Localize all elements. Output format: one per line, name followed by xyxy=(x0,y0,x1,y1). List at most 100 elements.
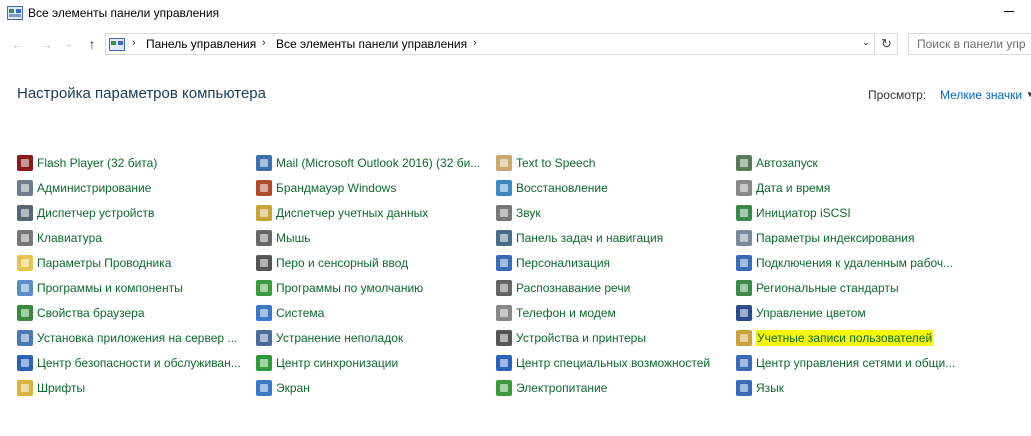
breadcrumb-separator[interactable]: › xyxy=(262,37,266,49)
control-panel-item[interactable]: Электропитание xyxy=(496,375,710,400)
item-label[interactable]: Центр безопасности и обслуживан... xyxy=(37,356,241,370)
control-panel-item[interactable]: Экран xyxy=(256,375,480,400)
item-label[interactable]: Персонализация xyxy=(516,256,610,270)
item-label[interactable]: Управление цветом xyxy=(756,306,866,320)
up-button[interactable]: ↑ xyxy=(83,35,101,53)
item-label[interactable]: Экран xyxy=(276,381,310,395)
item-label[interactable]: Звук xyxy=(516,206,541,220)
control-panel-item[interactable]: Инициатор iSCSI xyxy=(736,200,955,225)
view-by-dropdown[interactable]: Мелкие значки xyxy=(940,88,1022,102)
item-label[interactable]: Устройства и принтеры xyxy=(516,331,646,345)
forward-button[interactable]: → xyxy=(37,35,55,53)
control-panel-item[interactable]: Диспетчер устройств xyxy=(17,200,241,225)
item-label[interactable]: Восстановление xyxy=(516,181,608,195)
item-label[interactable]: Устранение неполадок xyxy=(276,331,403,345)
control-panel-item[interactable]: Шрифты xyxy=(17,375,241,400)
control-panel-item[interactable]: Управление цветом xyxy=(736,300,955,325)
control-panel-item[interactable]: Mail (Microsoft Outlook 2016) (32 би... xyxy=(256,150,480,175)
item-label[interactable]: Учетные записи пользователей xyxy=(756,329,934,346)
control-panel-item[interactable]: Система xyxy=(256,300,480,325)
control-panel-item[interactable]: Центр управления сетями и общи... xyxy=(736,350,955,375)
control-panel-item[interactable]: Дата и время xyxy=(736,175,955,200)
items-column-3: Text to Speech Восстановление Звук Панель з… xyxy=(496,150,710,400)
item-label[interactable]: Телефон и модем xyxy=(516,306,616,320)
control-panel-item[interactable]: Программы по умолчанию xyxy=(256,275,480,300)
control-panel-item[interactable]: Язык xyxy=(736,375,955,400)
control-panel-item[interactable]: Учетные записи пользователей xyxy=(736,325,955,350)
breadcrumb-separator[interactable]: › xyxy=(473,37,477,49)
control-panel-item[interactable]: Диспетчер учетных данных xyxy=(256,200,480,225)
chevron-down-icon[interactable]: ▼ xyxy=(1026,90,1031,99)
item-label[interactable]: Программы и компоненты xyxy=(37,281,183,295)
control-panel-item[interactable]: Центр специальных возможностей xyxy=(496,350,710,375)
control-panel-item[interactable]: Телефон и модем xyxy=(496,300,710,325)
chevron-down-icon[interactable]: ⌄ xyxy=(862,37,870,48)
control-panel-item[interactable]: Клавиатура xyxy=(17,225,241,250)
item-label[interactable]: Инициатор iSCSI xyxy=(756,206,851,220)
control-panel-item[interactable]: Устройства и принтеры xyxy=(496,325,710,350)
control-panel-item[interactable]: Автозапуск xyxy=(736,150,955,175)
item-label[interactable]: Система xyxy=(276,306,324,320)
item-label[interactable]: Язык xyxy=(756,381,784,395)
item-label[interactable]: Региональные стандарты xyxy=(756,281,899,295)
control-panel-item[interactable]: Центр безопасности и обслуживан... xyxy=(17,350,241,375)
minimize-button[interactable] xyxy=(1000,2,1020,20)
control-panel-item[interactable]: Региональные стандарты xyxy=(736,275,955,300)
item-label[interactable]: Диспетчер учетных данных xyxy=(276,206,428,220)
control-panel-item[interactable]: Устранение неполадок xyxy=(256,325,480,350)
item-label[interactable]: Шрифты xyxy=(37,381,85,395)
item-label[interactable]: Подключения к удаленным рабоч... xyxy=(756,256,953,270)
item-label[interactable]: Text to Speech xyxy=(516,156,595,170)
control-panel-item[interactable]: Брандмауэр Windows xyxy=(256,175,480,200)
recent-locations-button[interactable]: ⌄ xyxy=(60,35,78,53)
item-label[interactable]: Параметры Проводника xyxy=(37,256,171,270)
item-label[interactable]: Клавиатура xyxy=(37,231,102,245)
control-panel-item[interactable]: Распознавание речи xyxy=(496,275,710,300)
control-panel-item[interactable]: Панель задач и навигация xyxy=(496,225,710,250)
control-panel-item[interactable]: Восстановление xyxy=(496,175,710,200)
back-button[interactable]: ← xyxy=(9,35,27,53)
item-label[interactable]: Распознавание речи xyxy=(516,281,630,295)
control-panel-item[interactable]: Установка приложения на сервер ... xyxy=(17,325,241,350)
breadcrumb-separator[interactable]: › xyxy=(132,37,136,49)
item-label[interactable]: Свойства браузера xyxy=(37,306,145,320)
item-label[interactable]: Электропитание xyxy=(516,381,607,395)
item-label[interactable]: Администрирование xyxy=(37,181,151,195)
control-panel-icon xyxy=(109,38,125,51)
item-label[interactable]: Flash Player (32 бита) xyxy=(37,156,157,170)
search-input[interactable]: Поиск в панели упр xyxy=(908,33,1031,55)
refresh-button[interactable]: ↻ xyxy=(876,33,898,55)
power-options-icon xyxy=(496,379,512,396)
item-label[interactable]: Центр специальных возможностей xyxy=(516,356,710,370)
item-label[interactable]: Центр управления сетями и общи... xyxy=(756,356,955,370)
item-label[interactable]: Панель задач и навигация xyxy=(516,231,663,245)
item-label[interactable]: Программы по умолчанию xyxy=(276,281,423,295)
item-label[interactable]: Мышь xyxy=(276,231,311,245)
control-panel-item[interactable]: Перо и сенсорный ввод xyxy=(256,250,480,275)
item-label[interactable]: Параметры индексирования xyxy=(756,231,914,245)
item-label[interactable]: Диспетчер устройств xyxy=(37,206,154,220)
item-label[interactable]: Автозапуск xyxy=(756,156,818,170)
item-label[interactable]: Брандмауэр Windows xyxy=(276,181,396,195)
control-panel-item[interactable]: Параметры Проводника xyxy=(17,250,241,275)
control-panel-item[interactable]: Программы и компоненты xyxy=(17,275,241,300)
item-label[interactable]: Mail (Microsoft Outlook 2016) (32 би... xyxy=(276,156,480,170)
item-label[interactable]: Перо и сенсорный ввод xyxy=(276,256,408,270)
control-panel-item[interactable]: Мышь xyxy=(256,225,480,250)
item-label[interactable]: Дата и время xyxy=(756,181,830,195)
control-panel-item[interactable]: Подключения к удаленным рабоч... xyxy=(736,250,955,275)
control-panel-item[interactable]: Параметры индексирования xyxy=(736,225,955,250)
address-bar[interactable]: › Панель управления › Все элементы панел… xyxy=(105,33,875,55)
breadcrumb-all-items[interactable]: Все элементы панели управления xyxy=(276,37,467,51)
control-panel-item[interactable]: Text to Speech xyxy=(496,150,710,175)
fonts-icon xyxy=(17,379,33,396)
item-label[interactable]: Установка приложения на сервер ... xyxy=(37,331,237,345)
control-panel-item[interactable]: Центр синхронизации xyxy=(256,350,480,375)
item-label[interactable]: Центр синхронизации xyxy=(276,356,398,370)
control-panel-item[interactable]: Администрирование xyxy=(17,175,241,200)
control-panel-item[interactable]: Персонализация xyxy=(496,250,710,275)
breadcrumb-control-panel[interactable]: Панель управления xyxy=(146,37,256,51)
control-panel-item[interactable]: Flash Player (32 бита) xyxy=(17,150,241,175)
control-panel-item[interactable]: Свойства браузера xyxy=(17,300,241,325)
control-panel-item[interactable]: Звук xyxy=(496,200,710,225)
